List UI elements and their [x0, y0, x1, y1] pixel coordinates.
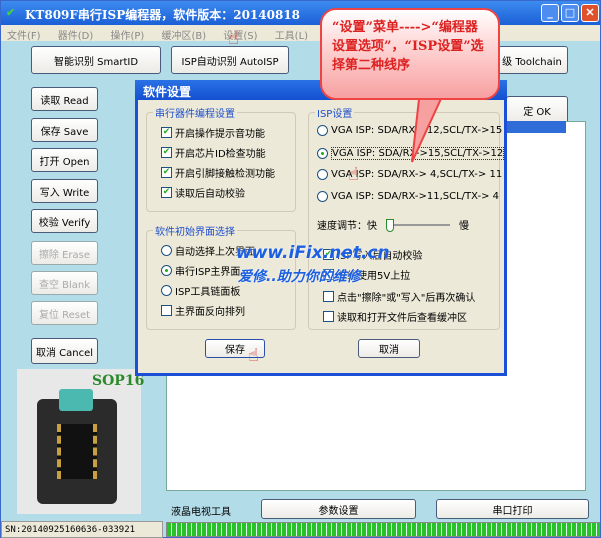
- chip-socket-image: SOP16: [17, 369, 144, 514]
- group-legend: 软件初始界面选择: [153, 223, 237, 238]
- smartid-button[interactable]: 智能识别 SmartID: [31, 46, 161, 74]
- group-legend: 串行器件编程设置: [153, 105, 237, 120]
- hand-cursor-icon: ☝: [248, 345, 259, 366]
- check-beep[interactable]: ✔ 开启操作提示音功能: [161, 125, 265, 140]
- radio-isp-option-4[interactable]: VGA ISP: SDA/RX->11,SCL/TX-> 4: [317, 191, 499, 202]
- serial-number: SN:20140925160636-033921: [1, 521, 163, 538]
- dialog-cancel-button[interactable]: 取消: [358, 339, 420, 358]
- menu-bar: 文件(F) 器件(D) 操作(P) 缓冲区(B) 设置(S) 工具(L) 帮助: [1, 25, 600, 42]
- radio[interactable]: [317, 125, 328, 136]
- checkbox[interactable]: ✔: [161, 187, 172, 198]
- check-reverse-layout[interactable]: 主界面反向排列: [161, 303, 245, 318]
- checkbox[interactable]: ✔: [161, 147, 172, 158]
- speed-row: 速度调节：快 慢: [317, 217, 469, 232]
- toolchain-button[interactable]: 级 Toolchain: [496, 46, 568, 74]
- speed-label: 速度调节：快: [317, 221, 377, 232]
- autoisp-button[interactable]: ISP自动识别 AutoISP: [171, 46, 289, 74]
- save-file-button[interactable]: 保存 Save: [31, 118, 98, 142]
- maximize-button[interactable]: □: [561, 4, 579, 22]
- checkbox-label: 开启引脚接触检测功能: [175, 169, 275, 180]
- checkbox[interactable]: [161, 305, 172, 316]
- menu-file[interactable]: 文件(F): [7, 31, 41, 42]
- watermark-url: www.iFix.net.cn: [236, 243, 390, 263]
- ok-button[interactable]: 定 OK: [506, 96, 568, 124]
- radio-isp-main[interactable]: 串行ISP主界面: [161, 263, 240, 278]
- radio[interactable]: [317, 191, 328, 202]
- menu-buffer[interactable]: 缓冲区(B): [161, 31, 206, 42]
- params-button[interactable]: 参数设置: [261, 499, 416, 519]
- check-chip-id[interactable]: ✔ 开启芯片ID检查功能: [161, 145, 266, 160]
- speed-slider[interactable]: [386, 218, 450, 232]
- verify-button[interactable]: 校验 Verify: [31, 209, 98, 233]
- checkbox-label: 点击"擦除"或"写入"后再次确认: [337, 293, 476, 304]
- checkbox-label: 读取后自动校验: [175, 189, 245, 200]
- minimize-button[interactable]: _: [541, 4, 559, 22]
- radio[interactable]: [317, 148, 328, 159]
- checkbox[interactable]: [323, 291, 334, 302]
- progress-bar: [166, 522, 600, 537]
- checkbox[interactable]: [323, 311, 334, 322]
- read-button[interactable]: 读取 Read: [31, 87, 98, 111]
- app-icon: ✔: [6, 6, 16, 19]
- close-button[interactable]: ✕: [581, 4, 599, 22]
- check-view-buffer[interactable]: 读取和打开文件后查看缓冲区: [323, 309, 467, 324]
- menu-operate[interactable]: 操作(P): [110, 31, 144, 42]
- radio-label: VGA ISP: SDA/RX->11,SCL/TX-> 4: [331, 191, 500, 202]
- check-pin-contact[interactable]: ✔ 开启引脚接触检测功能: [161, 165, 275, 180]
- slider-thumb[interactable]: [386, 218, 394, 232]
- radio[interactable]: [317, 169, 328, 180]
- callout-pointer: [411, 90, 447, 163]
- reset-button[interactable]: 复位 Reset: [31, 301, 98, 325]
- radio-isp-toolchain[interactable]: ISP工具链面板: [161, 283, 240, 298]
- annotation-callout: “设置”菜单---->“编程器设置选项”，“ISP设置”选择第二种线序: [320, 8, 500, 100]
- menu-device[interactable]: 器件(D): [58, 31, 94, 42]
- radio[interactable]: [161, 245, 172, 256]
- serial-print-button[interactable]: 串口打印: [436, 499, 589, 519]
- write-button[interactable]: 写入 Write: [31, 179, 98, 203]
- radio[interactable]: [161, 265, 172, 276]
- lcd-tools-label: 液晶电视工具: [171, 507, 231, 518]
- radio[interactable]: [161, 285, 172, 296]
- group-legend: ISP设置: [315, 105, 355, 120]
- hand-cursor-icon: ☝: [348, 164, 359, 185]
- check-auto-verify[interactable]: ✔ 读取后自动校验: [161, 185, 245, 200]
- watermark-slogan: 爱修..助力你的维修: [238, 269, 361, 285]
- checkbox[interactable]: ✔: [161, 167, 172, 178]
- checkbox-label: 读取和打开文件后查看缓冲区: [337, 313, 467, 324]
- checkbox-label: 开启芯片ID检查功能: [175, 149, 266, 160]
- radio-isp-option-3[interactable]: VGA ISP: SDA/RX-> 4,SCL/TX-> 11: [317, 169, 502, 180]
- erase-button[interactable]: 擦除 Erase: [31, 241, 98, 265]
- checkbox-label: 主界面反向排列: [175, 307, 245, 318]
- checkbox[interactable]: ✔: [161, 127, 172, 138]
- open-button[interactable]: 打开 Open: [31, 148, 98, 172]
- radio-label: 串行ISP主界面: [175, 267, 241, 278]
- cancel-op-button[interactable]: 取消 Cancel: [31, 338, 98, 364]
- radio-label: ISP工具链面板: [175, 287, 241, 298]
- hand-cursor-icon: ☝: [228, 28, 239, 49]
- check-confirm[interactable]: 点击"擦除"或"写入"后再次确认: [323, 289, 475, 304]
- window-title: KT809F串行ISP编程器，软件版本：20140818: [25, 8, 301, 22]
- checkbox-label: 开启操作提示音功能: [175, 129, 265, 140]
- title-bar: ✔ KT809F串行ISP编程器，软件版本：20140818 _ □ ✕: [1, 1, 600, 25]
- programming-settings-group: 串行器件编程设置 ✔ 开启操作提示音功能 ✔ 开启芯片ID检查功能 ✔ 开启引脚接触检…: [146, 105, 296, 212]
- menu-tools[interactable]: 工具(L): [275, 31, 308, 42]
- blank-button[interactable]: 查空 Blank: [31, 271, 98, 295]
- speed-slow-label: 慢: [459, 221, 469, 232]
